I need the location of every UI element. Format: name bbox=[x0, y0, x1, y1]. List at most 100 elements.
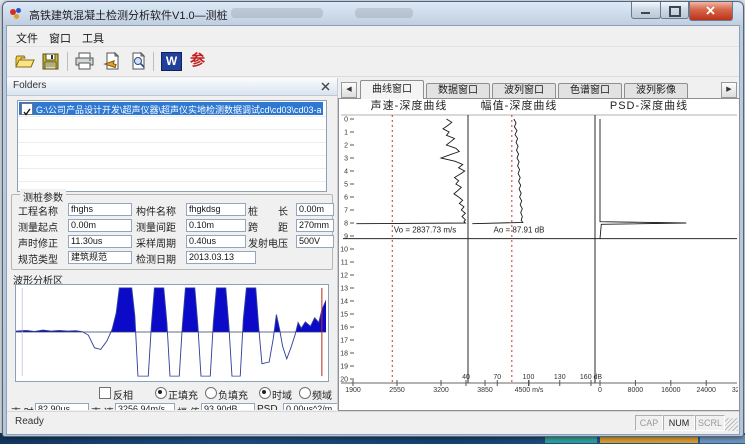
field-label: 发射电压 bbox=[248, 235, 288, 250]
svg-text:6: 6 bbox=[344, 195, 348, 202]
print-button[interactable] bbox=[73, 50, 96, 73]
depth-charts-canvas[interactable]: 01234567891011121314151617181920声速-深度曲线1… bbox=[338, 98, 740, 411]
tab-curve-window[interactable]: 曲线窗口 bbox=[360, 80, 424, 99]
folders-panel-header[interactable]: Folders bbox=[7, 78, 337, 96]
measure-start-field[interactable]: 0.00m bbox=[68, 219, 132, 232]
tab-spectrum-window[interactable]: 色谱窗口 bbox=[558, 83, 622, 98]
tab-scroll-right-button[interactable]: ▶ bbox=[721, 82, 737, 98]
file-checkbox[interactable] bbox=[21, 103, 33, 115]
svg-text:10: 10 bbox=[340, 247, 348, 254]
field-label: 规范类型 bbox=[18, 251, 58, 266]
svg-text:2: 2 bbox=[344, 143, 348, 150]
field-label: 声时修正 bbox=[18, 235, 58, 250]
svg-text:声速-深度曲线: 声速-深度曲线 bbox=[371, 99, 448, 112]
window-titlebar[interactable]: 高铁建筑混凝土检测分析软件V1.0—测桩 bbox=[3, 2, 743, 25]
close-icon bbox=[690, 2, 732, 20]
sound-time-label: 声 时 bbox=[11, 404, 34, 410]
fill-negative-label: 负填充 bbox=[218, 387, 248, 402]
titlebar-translucency-blob bbox=[231, 8, 323, 18]
svg-text:11: 11 bbox=[341, 260, 348, 267]
folders-panel-title: Folders bbox=[13, 80, 46, 91]
export-button[interactable] bbox=[101, 50, 124, 73]
fill-positive-radio[interactable] bbox=[155, 387, 167, 399]
field-label: 测量起点 bbox=[18, 219, 58, 234]
svg-text:100: 100 bbox=[523, 374, 535, 381]
svg-text:70: 70 bbox=[493, 374, 501, 381]
status-bar: Ready CAP NUM SCRL bbox=[7, 411, 739, 433]
svg-text:7: 7 bbox=[344, 208, 348, 215]
svg-text:40: 40 bbox=[462, 374, 470, 381]
export-page-icon bbox=[101, 50, 124, 73]
standard-type-field[interactable]: 建筑规范 bbox=[68, 251, 132, 264]
toolbar: W 参 bbox=[7, 47, 739, 77]
fill-negative-radio[interactable] bbox=[205, 387, 217, 399]
span-field[interactable]: 270mm bbox=[296, 219, 334, 232]
maximize-button[interactable] bbox=[660, 2, 689, 19]
menu-file[interactable]: 文件 bbox=[12, 29, 42, 47]
svg-text:4: 4 bbox=[344, 169, 348, 176]
toolbar-separator bbox=[153, 52, 154, 71]
psd-field[interactable]: 0.00us^2/m bbox=[283, 403, 338, 410]
wave-controls: 反相 正填充 负填充 时域 频域 bbox=[7, 386, 337, 400]
sample-period-field[interactable]: 0.40us bbox=[186, 235, 246, 248]
field-label: 工程名称 bbox=[18, 203, 58, 218]
tab-scroll-left-button[interactable]: ◀ bbox=[341, 82, 357, 98]
list-item-selected[interactable]: G:\公司产品设计开发\超声仪器\超声仪实地检测数据调试cd\cd03\cd03… bbox=[19, 102, 323, 115]
minimize-icon bbox=[641, 12, 650, 14]
time-domain-radio[interactable] bbox=[259, 387, 271, 399]
caps-indicator: CAP bbox=[635, 415, 663, 431]
time-correction-field[interactable]: 11.30us bbox=[68, 235, 132, 248]
svg-text:Vo = 2837.73 m/s: Vo = 2837.73 m/s bbox=[394, 226, 457, 235]
svg-text:幅值-深度曲线: 幅值-深度曲线 bbox=[481, 99, 558, 112]
sound-speed-field[interactable]: 3256.94m/s bbox=[115, 403, 175, 410]
save-button[interactable] bbox=[39, 50, 62, 73]
tab-data-window[interactable]: 数据窗口 bbox=[426, 83, 490, 98]
toolbar-separator bbox=[67, 52, 68, 71]
app-icon bbox=[10, 7, 24, 20]
voltage-field[interactable]: 500V bbox=[296, 235, 334, 248]
readouts-row: 声 时 82.90us 声 速 3256.94m/s 幅 值 93.90dB P… bbox=[7, 402, 337, 410]
print-preview-button[interactable] bbox=[127, 50, 150, 73]
minimize-button[interactable] bbox=[631, 2, 661, 19]
file-listbox[interactable]: G:\公司产品设计开发\超声仪器\超声仪实地检测数据调试cd\cd03\cd03… bbox=[17, 100, 327, 192]
svg-text:17: 17 bbox=[340, 338, 348, 345]
printer-icon bbox=[73, 50, 96, 73]
measure-spacing-field[interactable]: 0.10m bbox=[186, 219, 246, 232]
svg-text:160 dB: 160 dB bbox=[580, 374, 603, 381]
svg-text:Ao = 87.91 dB: Ao = 87.91 dB bbox=[494, 226, 545, 235]
menu-tools[interactable]: 工具 bbox=[78, 29, 108, 47]
tab-waveimage-window[interactable]: 波列影像 bbox=[624, 83, 688, 98]
scroll-indicator: SCRL bbox=[695, 415, 725, 431]
freq-domain-radio[interactable] bbox=[299, 387, 311, 399]
word-report-button[interactable]: W bbox=[159, 50, 182, 73]
time-domain-label: 时域 bbox=[272, 387, 292, 402]
maximize-icon bbox=[669, 6, 681, 17]
svg-text:13: 13 bbox=[340, 286, 348, 293]
waveform-canvas[interactable] bbox=[15, 284, 329, 382]
checkmark-icon bbox=[22, 107, 32, 117]
field-label: 采样周期 bbox=[136, 235, 176, 250]
component-name-field[interactable]: fhgkdsg bbox=[186, 203, 246, 216]
parameters-button[interactable]: 参 bbox=[186, 50, 209, 73]
project-name-field[interactable]: fhghs bbox=[68, 203, 132, 216]
svg-text:8000: 8000 bbox=[628, 387, 644, 394]
svg-text:12: 12 bbox=[340, 273, 348, 280]
tab-wavelist-window[interactable]: 波列窗口 bbox=[492, 83, 556, 98]
open-file-button[interactable] bbox=[13, 50, 36, 73]
panel-close-icon[interactable] bbox=[320, 81, 331, 92]
pile-params-title: 测桩参数 bbox=[20, 189, 66, 204]
svg-text:130: 130 bbox=[554, 374, 566, 381]
test-date-field[interactable]: 2013.03.13 bbox=[186, 251, 256, 264]
pile-length-field[interactable]: 0.00m bbox=[296, 203, 334, 216]
preview-magnifier-icon bbox=[127, 50, 150, 73]
resize-grip[interactable] bbox=[725, 418, 738, 431]
svg-text:1900: 1900 bbox=[345, 387, 361, 394]
window-title: 高铁建筑混凝土检测分析软件V1.0—测桩 bbox=[29, 7, 228, 23]
close-button[interactable] bbox=[689, 2, 733, 21]
sound-time-field[interactable]: 82.90us bbox=[35, 403, 89, 410]
menu-window[interactable]: 窗口 bbox=[45, 29, 75, 47]
invert-checkbox[interactable] bbox=[99, 387, 111, 399]
word-icon: W bbox=[161, 52, 182, 71]
freq-domain-label: 频域 bbox=[312, 387, 332, 402]
amplitude-field[interactable]: 93.90dB bbox=[201, 403, 255, 410]
